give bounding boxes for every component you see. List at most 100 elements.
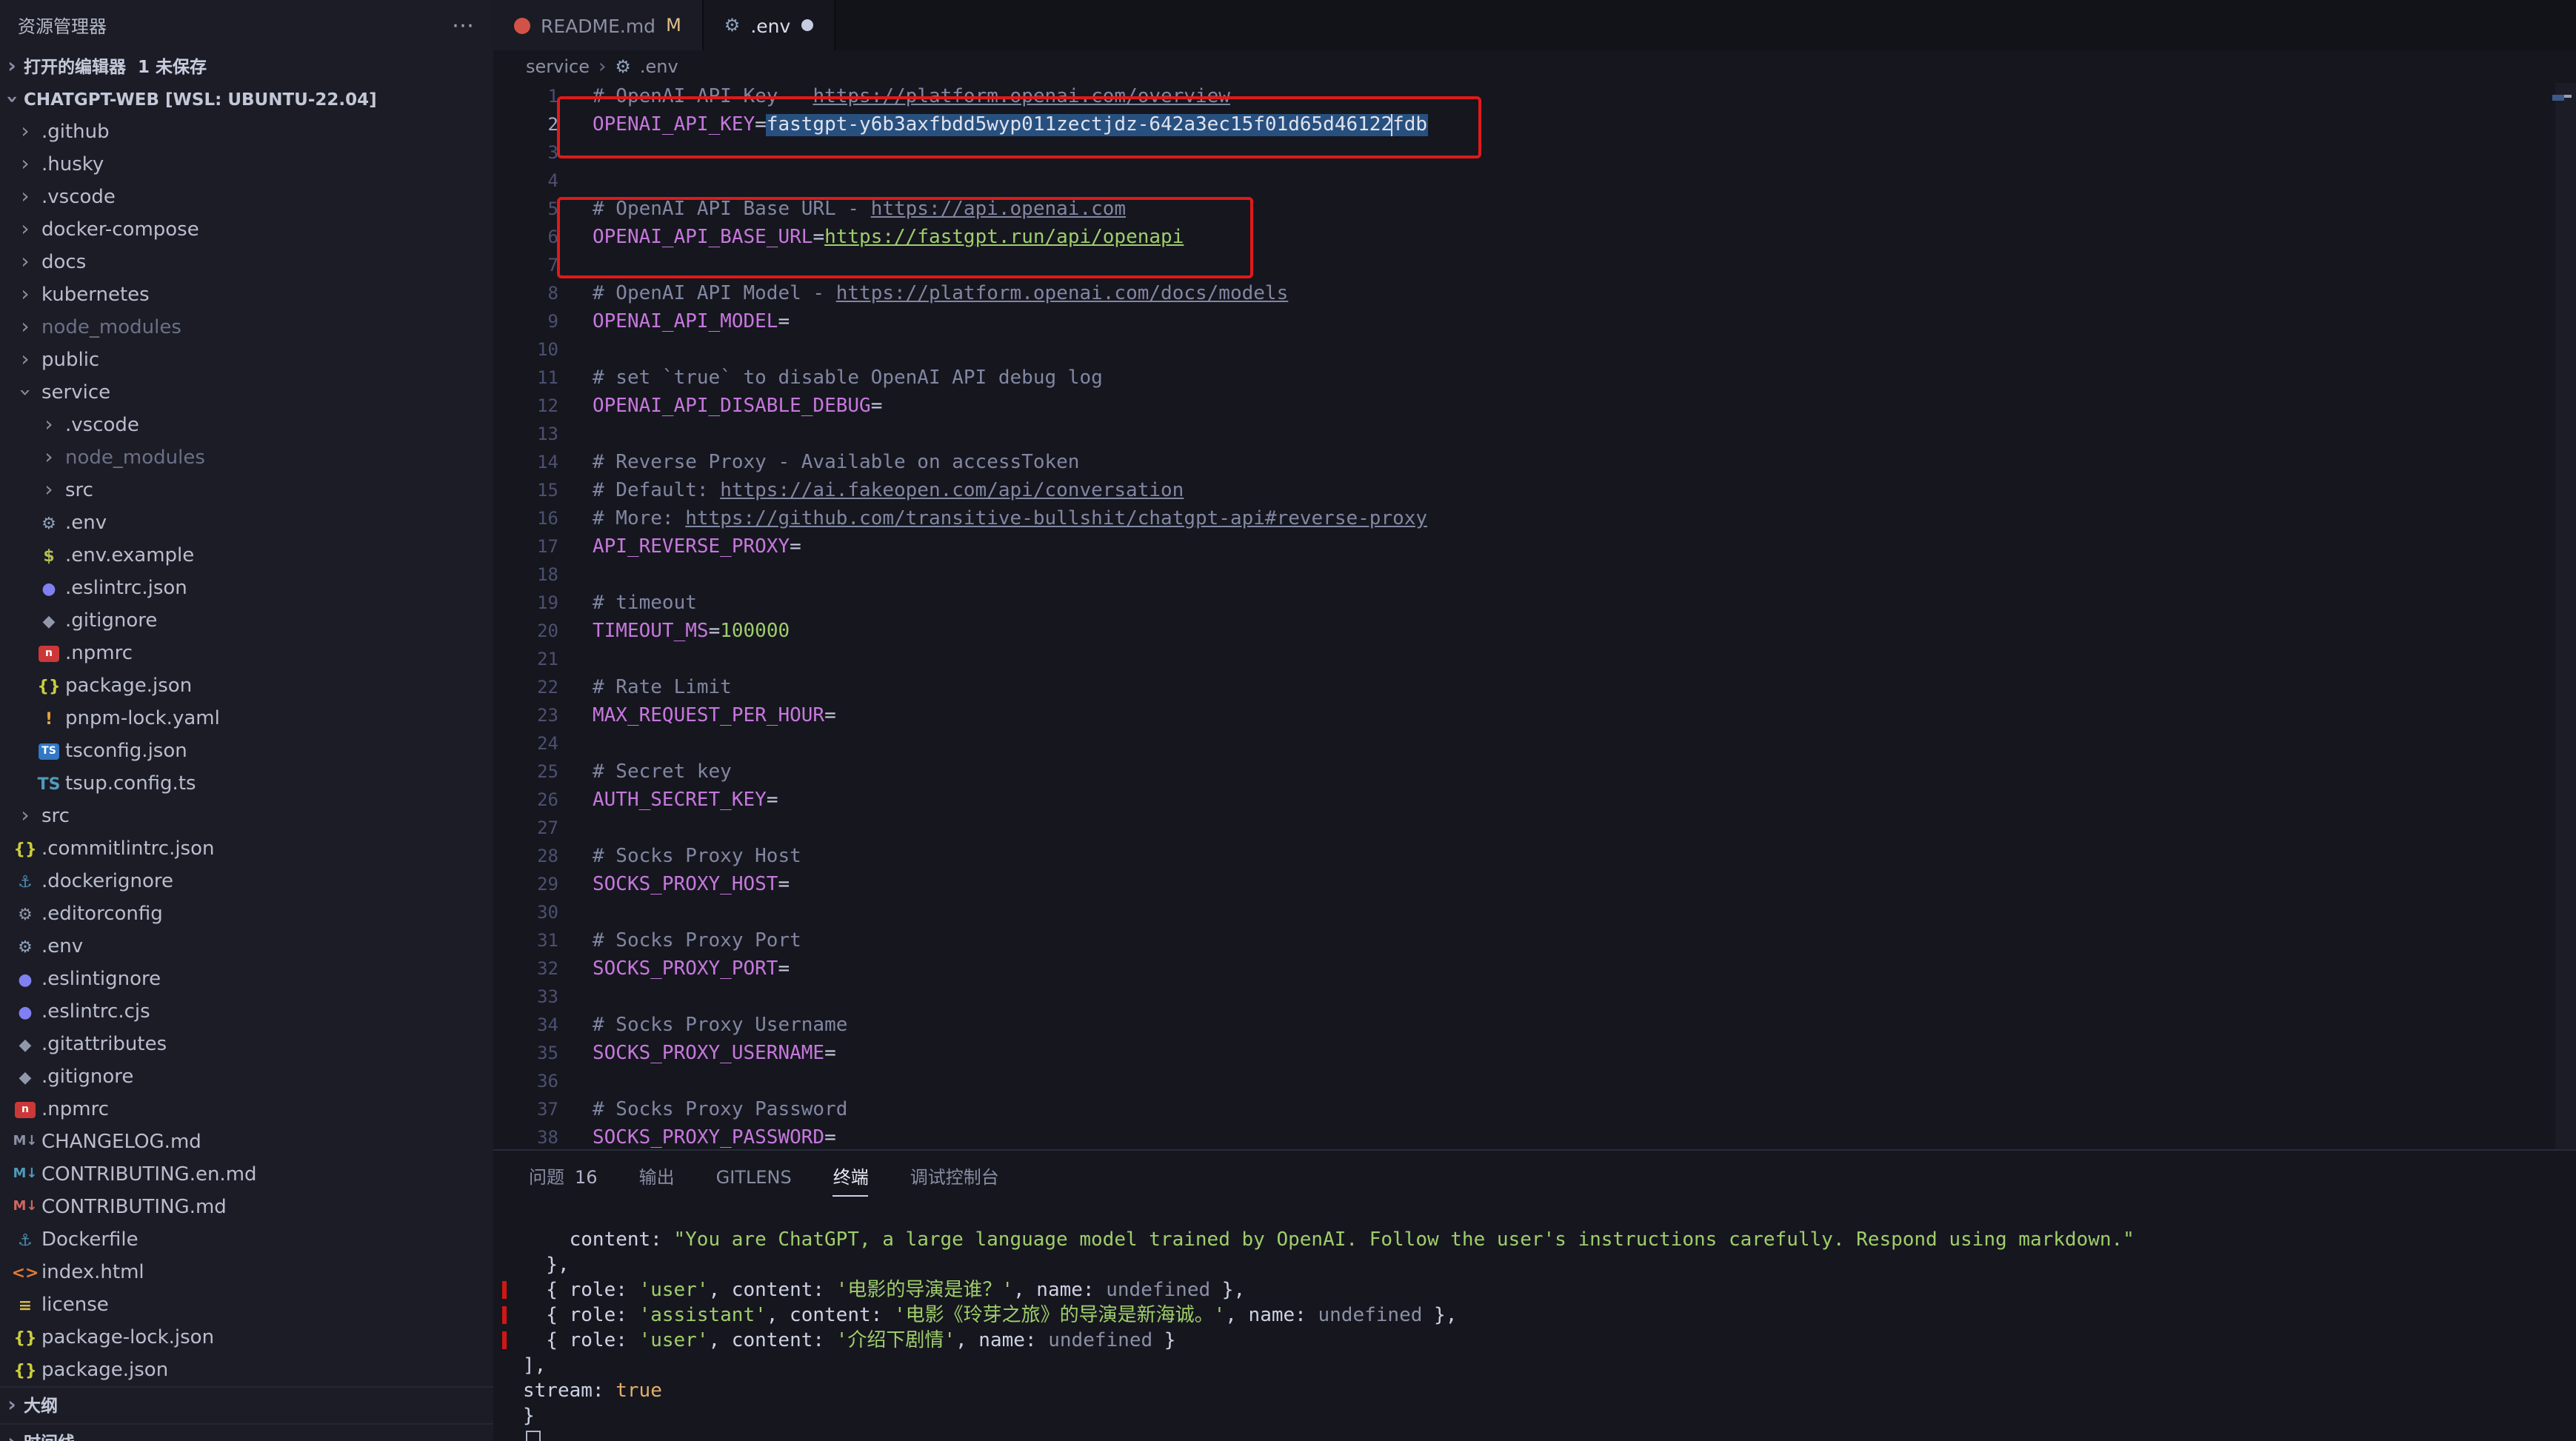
panel-tab-终端[interactable]: 终端: [833, 1151, 869, 1203]
panel-tab-输出[interactable]: 输出: [639, 1151, 675, 1203]
code-line[interactable]: 1# OpenAI API Key - https://platform.ope…: [493, 83, 2576, 111]
tree-item-.gitignore[interactable]: ◆.gitignore: [0, 604, 493, 637]
tree-item-Dockerfile[interactable]: ⚓Dockerfile: [0, 1223, 493, 1256]
code-line[interactable]: 10: [493, 336, 2576, 364]
code-line[interactable]: 29SOCKS_PROXY_HOST=: [493, 871, 2576, 899]
tree-item-node_modules[interactable]: ›node_modules: [0, 311, 493, 344]
tree-item-license[interactable]: ≡license: [0, 1288, 493, 1321]
tree-item-package.json[interactable]: {}package.json: [0, 669, 493, 702]
timeline-section[interactable]: › 时间线: [0, 1423, 493, 1441]
code-line[interactable]: 9OPENAI_API_MODEL=: [493, 308, 2576, 336]
code-line[interactable]: 7: [493, 252, 2576, 280]
code-line[interactable]: 20TIMEOUT_MS=100000: [493, 618, 2576, 646]
chevron-right-icon: ›: [36, 447, 62, 468]
tree-item-.env.example[interactable]: $.env.example: [0, 539, 493, 572]
code-line[interactable]: 26AUTH_SECRET_KEY=: [493, 786, 2576, 815]
code-line[interactable]: 13: [493, 421, 2576, 449]
tree-item-.npmrc[interactable]: n.npmrc: [0, 1093, 493, 1126]
code-line[interactable]: 35SOCKS_PROXY_USERNAME=: [493, 1040, 2576, 1068]
breadcrumb-folder[interactable]: service: [526, 56, 590, 77]
code-line[interactable]: 4: [493, 167, 2576, 195]
tree-item-kubernetes[interactable]: ›kubernetes: [0, 278, 493, 311]
code-line[interactable]: 31# Socks Proxy Port: [493, 927, 2576, 955]
code-line[interactable]: 5# OpenAI API Base URL - https://api.ope…: [493, 195, 2576, 224]
code-line[interactable]: 32SOCKS_PROXY_PORT=: [493, 955, 2576, 983]
code-text: [558, 646, 593, 674]
diamond-icon: ◆: [43, 612, 56, 629]
tree-item-.env[interactable]: ⚙.env: [0, 930, 493, 963]
code-line[interactable]: 2OPENAI_API_KEY=fastgpt-y6b3axfbdd5wyp01…: [493, 111, 2576, 139]
tree-item-.vscode[interactable]: ›.vscode: [0, 409, 493, 441]
code-line[interactable]: 23MAX_REQUEST_PER_HOUR=: [493, 702, 2576, 730]
code-editor[interactable]: 1# OpenAI API Key - https://platform.ope…: [493, 83, 2576, 1149]
tree-item-.dockerignore[interactable]: ⚓.dockerignore: [0, 865, 493, 897]
code-line[interactable]: 33: [493, 983, 2576, 1012]
code-line[interactable]: 17API_REVERSE_PROXY=: [493, 533, 2576, 561]
tree-item-.eslintrc.json[interactable]: ●.eslintrc.json: [0, 572, 493, 604]
tree-item-.gitattributes[interactable]: ◆.gitattributes: [0, 1028, 493, 1060]
tree-item-.husky[interactable]: ›.husky: [0, 148, 493, 181]
code-line[interactable]: 8# OpenAI API Model - https://platform.o…: [493, 280, 2576, 308]
tree-item-src[interactable]: ›src: [0, 474, 493, 506]
tree-item-docs[interactable]: ›docs: [0, 246, 493, 278]
tree-item-.vscode[interactable]: ›.vscode: [0, 181, 493, 213]
tree-item-service[interactable]: ›service: [0, 376, 493, 409]
tree-item-.editorconfig[interactable]: ⚙.editorconfig: [0, 897, 493, 930]
code-line[interactable]: 38SOCKS_PROXY_PASSWORD=: [493, 1124, 2576, 1149]
tab-env[interactable]: .env: [704, 0, 835, 50]
panel-tab-调试控制台[interactable]: 调试控制台: [910, 1151, 999, 1203]
tree-item-.commitlintrc.json[interactable]: {}.commitlintrc.json: [0, 832, 493, 865]
editor-scrollbar[interactable]: [2555, 83, 2576, 1149]
code-line[interactable]: 6OPENAI_API_BASE_URL=https://fastgpt.run…: [493, 224, 2576, 252]
tree-item-CHANGELOG.md[interactable]: M↓CHANGELOG.md: [0, 1126, 493, 1158]
code-line[interactable]: 30: [493, 899, 2576, 927]
tree-item-package-lock.json[interactable]: {}package-lock.json: [0, 1321, 493, 1354]
panel-tab-问题[interactable]: 问题16: [529, 1151, 598, 1203]
tree-item-.github[interactable]: ›.github: [0, 116, 493, 148]
tree-item-CONTRIBUTING.en.md[interactable]: M↓CONTRIBUTING.en.md: [0, 1158, 493, 1191]
tree-item-docker-compose[interactable]: ›docker-compose: [0, 213, 493, 246]
tree-item-node_modules[interactable]: ›node_modules: [0, 441, 493, 474]
tree-item-.eslintignore[interactable]: ●.eslintignore: [0, 963, 493, 995]
outline-section[interactable]: › 大纲: [0, 1386, 493, 1423]
panel-tab-GITLENS[interactable]: GITLENS: [716, 1151, 792, 1203]
code-line[interactable]: 24: [493, 730, 2576, 758]
code-line[interactable]: 18: [493, 561, 2576, 589]
tab-readme[interactable]: README.md M: [493, 0, 704, 50]
code-line[interactable]: 14# Reverse Proxy - Available on accessT…: [493, 449, 2576, 477]
tree-item-public[interactable]: ›public: [0, 344, 493, 376]
gear-icon: ⚙: [36, 515, 62, 531]
tree-item-tsconfig.json[interactable]: TStsconfig.json: [0, 735, 493, 767]
open-editors-section[interactable]: › 打开的编辑器 1 未保存: [0, 50, 493, 83]
code-line[interactable]: 36: [493, 1068, 2576, 1096]
code-line[interactable]: 22# Rate Limit: [493, 674, 2576, 702]
code-line[interactable]: 21: [493, 646, 2576, 674]
terminal[interactable]: content: "You are ChatGPT, a large langu…: [523, 1228, 2561, 1441]
tree-item-.env[interactable]: ⚙.env: [0, 506, 493, 539]
breadcrumb-file[interactable]: .env: [640, 56, 678, 77]
code-line[interactable]: 27: [493, 815, 2576, 843]
tree-item-CONTRIBUTING.md[interactable]: M↓CONTRIBUTING.md: [0, 1191, 493, 1223]
tree-item-.npmrc[interactable]: n.npmrc: [0, 637, 493, 669]
code-line[interactable]: 11# set `true` to disable OpenAI API deb…: [493, 364, 2576, 392]
code-line[interactable]: 34# Socks Proxy Username: [493, 1012, 2576, 1040]
tree-item-tsup.config.ts[interactable]: TStsup.config.ts: [0, 767, 493, 800]
code-line[interactable]: 3: [493, 139, 2576, 167]
tree-item-src[interactable]: ›src: [0, 800, 493, 832]
line-number: 7: [493, 252, 558, 280]
tree-item-.gitignore[interactable]: ◆.gitignore: [0, 1060, 493, 1093]
code-line[interactable]: 37# Socks Proxy Password: [493, 1096, 2576, 1124]
code-line[interactable]: 16# More: https://github.com/transitive-…: [493, 505, 2576, 533]
code-line[interactable]: 19# timeout: [493, 589, 2576, 618]
project-root-header[interactable]: › CHATGPT-WEB [WSL: UBUNTU-22.04]: [0, 83, 493, 116]
tree-item-.eslintrc.cjs[interactable]: ●.eslintrc.cjs: [0, 995, 493, 1028]
panel-tab-label: 输出: [639, 1164, 675, 1189]
tree-item-index.html[interactable]: <>index.html: [0, 1256, 493, 1288]
tree-item-package.json[interactable]: {}package.json: [0, 1354, 493, 1386]
code-line[interactable]: 15# Default: https://ai.fakeopen.com/api…: [493, 477, 2576, 505]
tree-item-pnpm-lock.yaml[interactable]: !pnpm-lock.yaml: [0, 702, 493, 735]
more-actions-icon[interactable]: ⋯: [452, 12, 476, 39]
code-line[interactable]: 12OPENAI_API_DISABLE_DEBUG=: [493, 392, 2576, 421]
code-line[interactable]: 28# Socks Proxy Host: [493, 843, 2576, 871]
code-line[interactable]: 25# Secret key: [493, 758, 2576, 786]
